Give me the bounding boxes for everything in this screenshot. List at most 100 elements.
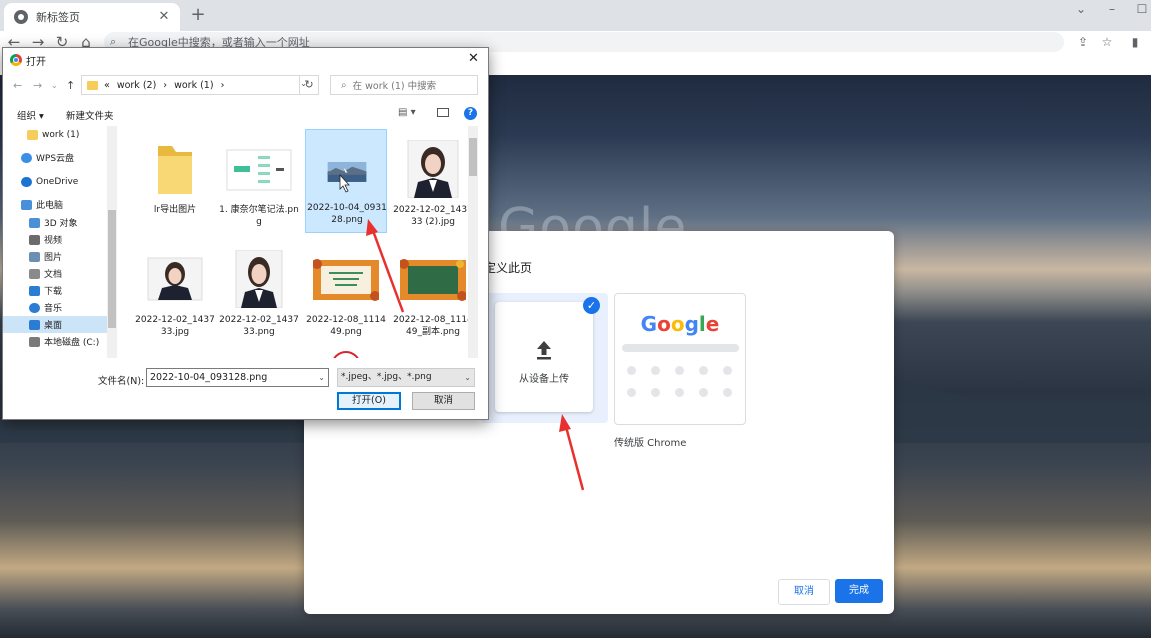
navigation-pane: work (1) WPS云盘 OneDrive 此电脑 3D 对象 视频 图片: [3, 126, 119, 358]
nav-item-onedrive[interactable]: OneDrive: [3, 173, 107, 190]
maximize-button[interactable]: ☐: [1127, 0, 1151, 20]
picture-icon: [29, 251, 40, 262]
dialog-title-bar: 打开 ✕: [3, 48, 488, 72]
file-item[interactable]: [305, 348, 387, 358]
file-item[interactable]: 2022-12-08_111449_副本.png: [392, 242, 474, 346]
file-item[interactable]: 2022-12-08_111449.png: [305, 242, 387, 346]
done-button[interactable]: 完成: [835, 579, 883, 603]
organize-menu[interactable]: 组织 ▾: [17, 108, 44, 122]
close-icon[interactable]: ✕: [468, 51, 479, 66]
nav-item-work-1[interactable]: work (1): [3, 126, 107, 143]
help-icon[interactable]: ?: [464, 107, 477, 120]
cloud-icon: [21, 152, 32, 163]
nav-item-pictures[interactable]: 图片: [3, 248, 107, 265]
mindmap-thumbnail: [226, 149, 292, 191]
customize-heading: 定义此页: [484, 261, 533, 275]
nav-item-label: 下载: [44, 287, 63, 297]
breadcrumb-overflow[interactable]: «: [104, 80, 110, 91]
folder-icon: [87, 80, 98, 90]
nav-item-local-disk[interactable]: 本地磁盘 (C:): [3, 333, 107, 350]
nav-item-label: work (1): [42, 129, 80, 140]
cancel-button[interactable]: 取消: [412, 392, 475, 410]
file-item[interactable]: 2022-12-02_143733.jpg: [134, 242, 216, 346]
file-name: 1. 康奈尔笔记法.png: [219, 205, 299, 227]
selected-check-icon: ✓: [583, 297, 600, 314]
up-icon[interactable]: ↑: [66, 79, 75, 92]
filetype-select[interactable]: *.jpeg、*.jpg、*.png ⌄: [337, 368, 475, 387]
desktop-icon: [29, 319, 40, 330]
shortcut-dot: [627, 366, 636, 375]
nav-item-downloads[interactable]: 下载: [3, 282, 107, 299]
nav-item-documents[interactable]: 文档: [3, 265, 107, 282]
breadcrumb-work-2[interactable]: work (2): [117, 80, 156, 91]
document-icon: [29, 268, 40, 279]
shortcut-dot: [651, 366, 660, 375]
shortcut-dot: [651, 388, 660, 397]
autumn-card-thumbnail: [313, 259, 379, 301]
filename-input[interactable]: 2022-10-04_093128.png ⌄: [146, 368, 329, 387]
forward-icon[interactable]: →: [33, 79, 42, 92]
file-item[interactable]: 2022-12-02_143733 (2).jpg: [392, 132, 474, 236]
file-name: 2022-12-08_111449.png: [306, 315, 386, 337]
dialog-title: 打开: [26, 57, 46, 68]
nav-item-wps-cloud[interactable]: WPS云盘: [3, 149, 107, 166]
file-item[interactable]: 1. 康奈尔笔记法.png: [218, 132, 300, 236]
nav-item-label: 图片: [44, 253, 63, 263]
filename-label: 文件名(N):: [98, 376, 145, 387]
shortcut-dot: [699, 388, 708, 397]
file-name: 2022-12-02_143733.png: [219, 315, 299, 337]
bookmark-star-icon[interactable]: ☆: [1099, 34, 1115, 50]
classic-chrome-tile[interactable]: Google: [614, 293, 746, 425]
portrait-thumbnail: [407, 140, 459, 198]
chevron-down-icon[interactable]: ⌄: [1066, 0, 1096, 20]
shortcut-dot: [723, 366, 732, 375]
search-icon: ⌕: [341, 79, 347, 91]
refresh-icon[interactable]: ↻: [299, 75, 319, 95]
file-item[interactable]: 2022-12-02_143733.png: [218, 242, 300, 346]
chevron-down-icon[interactable]: ⌄: [318, 369, 325, 386]
side-panel-icon[interactable]: ▮: [1127, 34, 1143, 50]
search-placeholder: 在 work (1) 中搜索: [352, 81, 437, 92]
upload-from-device-tile[interactable]: 从设备上传: [495, 302, 593, 412]
shortcut-dot: [675, 388, 684, 397]
nav-scrollbar[interactable]: [107, 126, 117, 358]
file-name: 2022-12-08_111449_副本.png: [393, 315, 473, 337]
nav-item-3d-objects[interactable]: 3D 对象: [3, 214, 107, 231]
view-options-icon[interactable]: ▤ ▾: [398, 107, 416, 118]
nav-item-desktop[interactable]: 桌面: [3, 316, 107, 333]
nav-item-label: OneDrive: [36, 176, 79, 187]
search-input[interactable]: ⌕ 在 work (1) 中搜索: [330, 75, 478, 95]
minimize-button[interactable]: –: [1097, 0, 1127, 20]
breadcrumb[interactable]: « work (2) › work (1) › ⌄: [81, 75, 319, 95]
file-list-scrollbar-thumb[interactable]: [469, 138, 477, 176]
nav-item-label: WPS云盘: [36, 154, 75, 164]
close-tab-icon[interactable]: ✕: [156, 9, 172, 25]
nav-item-this-pc[interactable]: 此电脑: [3, 196, 107, 213]
file-name: lr导出图片: [153, 205, 197, 215]
share-icon[interactable]: ⇪: [1075, 34, 1091, 50]
file-item-selected[interactable]: 2022-10-04_093128.png: [305, 129, 387, 233]
preview-pane-icon[interactable]: [437, 108, 449, 117]
open-button[interactable]: 打开(O): [337, 392, 401, 410]
breadcrumb-separator[interactable]: ›: [163, 80, 167, 91]
nav-item-music[interactable]: 音乐: [3, 299, 107, 316]
breadcrumb-separator[interactable]: ›: [221, 80, 225, 91]
nav-item-label: 本地磁盘 (C:): [44, 338, 100, 348]
file-item[interactable]: lr导出图片: [134, 132, 216, 236]
autumn-board-thumbnail: [400, 259, 466, 301]
cancel-button[interactable]: 取消: [778, 579, 830, 605]
back-icon[interactable]: ←: [13, 79, 22, 92]
search-bar-preview: [622, 344, 739, 352]
tab-new-tab[interactable]: 新标签页 ✕: [4, 3, 180, 31]
breadcrumb-work-1[interactable]: work (1): [174, 80, 213, 91]
recent-dropdown-icon[interactable]: ⌄: [51, 81, 58, 90]
command-bar: 组织 ▾ 新建文件夹 ▤ ▾ ?: [3, 103, 488, 125]
nav-item-videos[interactable]: 视频: [3, 231, 107, 248]
file-name: 2022-12-02_143733.jpg: [135, 315, 215, 337]
new-folder-button[interactable]: 新建文件夹: [66, 108, 114, 122]
shortcut-dot: [723, 388, 732, 397]
new-tab-button[interactable]: +: [188, 5, 208, 25]
file-list-scrollbar[interactable]: [468, 126, 478, 358]
nav-scrollbar-thumb[interactable]: [108, 210, 116, 328]
folder-icon: [158, 146, 192, 194]
